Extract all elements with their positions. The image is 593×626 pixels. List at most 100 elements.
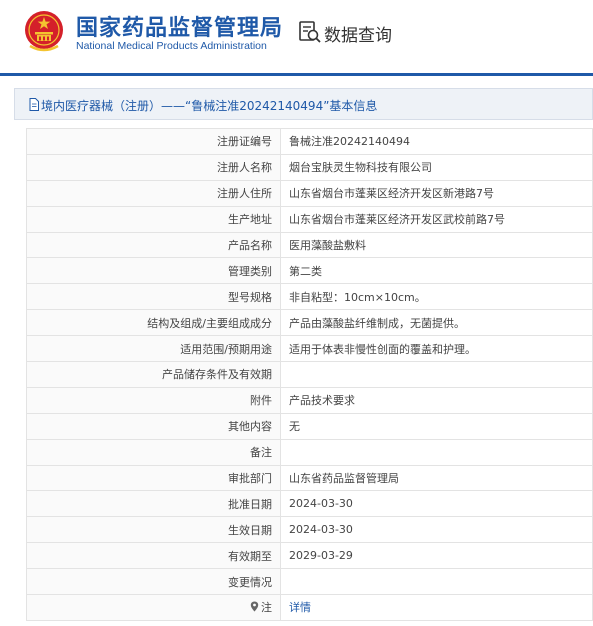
- header-divider: [0, 73, 593, 76]
- field-label-text: 附件: [250, 394, 272, 408]
- field-value-text: 2024-03-30: [289, 523, 353, 537]
- field-value: 山东省烟台市蓬莱区经济开发区新港路7号: [280, 179, 593, 207]
- registration-info-panel: 境内医疗器械（注册）——“鲁械注准20242140494”基本信息 注册证编号 鲁…: [14, 88, 593, 626]
- field-value: 山东省药品监督管理局: [280, 464, 593, 492]
- table-row: 型号规格 非自粘型：10cm×10cm。: [26, 283, 593, 311]
- field-label-text: 注册人名称: [217, 161, 272, 175]
- field-label: 注: [26, 594, 281, 621]
- field-value: [280, 438, 593, 466]
- field-label: 有效期至: [26, 542, 281, 570]
- field-label: 审批部门: [26, 464, 281, 492]
- field-label-text: 产品储存条件及有效期: [162, 368, 272, 382]
- field-value-text: 无: [289, 420, 300, 434]
- table-row: 有效期至 2029-03-29: [26, 542, 593, 570]
- table-row: 注册证编号 鲁械注准20242140494: [26, 128, 593, 155]
- table-row: 其他内容 无: [26, 412, 593, 440]
- field-label-text: 产品名称: [228, 239, 272, 252]
- field-value: 2024-03-30: [280, 516, 593, 544]
- field-label-text: 生效日期: [228, 523, 272, 537]
- table-row: 管理类别 第二类: [26, 257, 593, 285]
- data-query-label[interactable]: 数据查询: [324, 21, 392, 46]
- field-label: 注册人住所: [26, 179, 281, 207]
- field-value-text: 医用藻酸盐敷料: [289, 239, 366, 252]
- table-row: 注 详情: [26, 594, 593, 621]
- field-value-text: 山东省药品监督管理局: [289, 472, 399, 486]
- field-label-text: 注: [261, 601, 272, 615]
- field-value: [280, 568, 593, 596]
- field-value-text: 烟台宝肤灵生物科技有限公司: [289, 161, 432, 175]
- details-link[interactable]: 详情: [289, 601, 311, 614]
- field-value: 烟台宝肤灵生物科技有限公司: [280, 153, 593, 181]
- data-query-icon: [299, 21, 321, 43]
- field-label: 备注: [26, 438, 281, 466]
- field-label-text: 注册证编号: [217, 135, 272, 149]
- field-label-text: 有效期至: [228, 549, 272, 563]
- field-label-text: 适用范围/预期用途: [180, 342, 272, 356]
- field-label: 批准日期: [26, 490, 281, 518]
- field-value: 2024-03-30: [280, 490, 593, 518]
- table-row: 产品储存条件及有效期: [26, 361, 593, 388]
- panel-title-bar: 境内医疗器械（注册）——“鲁械注准20242140494”基本信息: [14, 88, 593, 120]
- field-label: 其他内容: [26, 412, 281, 440]
- field-value-text: 适用于体表非慢性创面的覆盖和护理。: [289, 342, 476, 356]
- field-value-text: 2029-03-29: [289, 549, 353, 563]
- field-label-text: 结构及组成/主要组成成分: [147, 316, 272, 330]
- table-row: 结构及组成/主要组成成分 产品由藻酸盐纤维制成，无菌提供。: [26, 309, 593, 337]
- field-label: 注册证编号: [26, 128, 281, 155]
- field-value: 鲁械注准20242140494: [280, 128, 593, 155]
- field-label-text: 管理类别: [228, 264, 272, 278]
- table-row: 产品名称 医用藻酸盐敷料: [26, 231, 593, 259]
- table-row: 审批部门 山东省药品监督管理局: [26, 464, 593, 492]
- location-pin-icon: [250, 601, 259, 612]
- table-row: 生产地址 山东省烟台市蓬莱区经济开发区武校前路7号: [26, 205, 593, 233]
- table-row: 生效日期 2024-03-30: [26, 516, 593, 544]
- field-label: 附件: [26, 386, 281, 414]
- field-label: 适用范围/预期用途: [26, 335, 281, 363]
- field-label: 变更情况: [26, 568, 281, 596]
- field-value: [280, 361, 593, 388]
- field-label: 产品储存条件及有效期: [26, 361, 281, 388]
- field-value: 2029-03-29: [280, 542, 593, 570]
- field-value-text: 山东省烟台市蓬莱区经济开发区武校前路7号: [289, 213, 505, 227]
- field-value: 山东省烟台市蓬莱区经济开发区武校前路7号: [280, 205, 593, 233]
- field-label-text: 批准日期: [228, 497, 272, 511]
- field-value: 产品由藻酸盐纤维制成，无菌提供。: [280, 309, 593, 337]
- field-value-text: 鲁械注准20242140494: [289, 135, 410, 149]
- field-value[interactable]: 详情: [280, 594, 593, 621]
- panel-title: 境内医疗器械（注册）——“鲁械注准20242140494”基本信息: [41, 99, 378, 113]
- site-header: 国家药品监督管理局 National Medical Products Admi…: [0, 0, 593, 76]
- registration-info-table: 注册证编号 鲁械注准20242140494 注册人名称 烟台宝肤灵生物科技有限公司 注册…: [26, 128, 593, 621]
- table-row: 变更情况: [26, 568, 593, 596]
- field-value: 产品技术要求: [280, 386, 593, 414]
- field-label-text: 变更情况: [228, 575, 272, 589]
- agency-name-cn: 国家药品监督管理局: [76, 16, 284, 41]
- field-value: 适用于体表非慢性创面的覆盖和护理。: [280, 335, 593, 363]
- table-row: 附件 产品技术要求: [26, 386, 593, 414]
- field-label: 结构及组成/主要组成成分: [26, 309, 281, 337]
- table-row: 备注: [26, 438, 593, 466]
- field-label: 产品名称: [26, 231, 281, 259]
- table-row: 适用范围/预期用途 适用于体表非慢性创面的覆盖和护理。: [26, 335, 593, 363]
- field-label-text: 其他内容: [228, 420, 272, 434]
- national-emblem-icon: [25, 11, 63, 52]
- field-label-text: 型号规格: [228, 290, 272, 304]
- field-value: 无: [280, 412, 593, 440]
- field-label-text: 生产地址: [228, 213, 272, 227]
- field-label-text: 备注: [250, 446, 272, 460]
- field-value-text: 非自粘型：10cm×10cm。: [289, 290, 426, 304]
- field-label-text: 审批部门: [228, 472, 272, 486]
- field-label: 注册人名称: [26, 153, 281, 181]
- field-value-text: 产品技术要求: [289, 394, 355, 408]
- table-row: 批准日期 2024-03-30: [26, 490, 593, 518]
- field-value: 非自粘型：10cm×10cm。: [280, 283, 593, 311]
- field-label: 型号规格: [26, 283, 281, 311]
- table-row: 注册人名称 烟台宝肤灵生物科技有限公司: [26, 153, 593, 181]
- field-label: 生效日期: [26, 516, 281, 544]
- field-value-text: 第二类: [289, 264, 322, 278]
- field-value-text: 2024-03-30: [289, 497, 353, 511]
- table-row: 注册人住所 山东省烟台市蓬莱区经济开发区新港路7号: [26, 179, 593, 207]
- field-value: 医用藻酸盐敷料: [280, 231, 593, 259]
- field-value: 第二类: [280, 257, 593, 285]
- field-value-text: 产品由藻酸盐纤维制成，无菌提供。: [289, 316, 465, 330]
- document-icon: [29, 98, 39, 111]
